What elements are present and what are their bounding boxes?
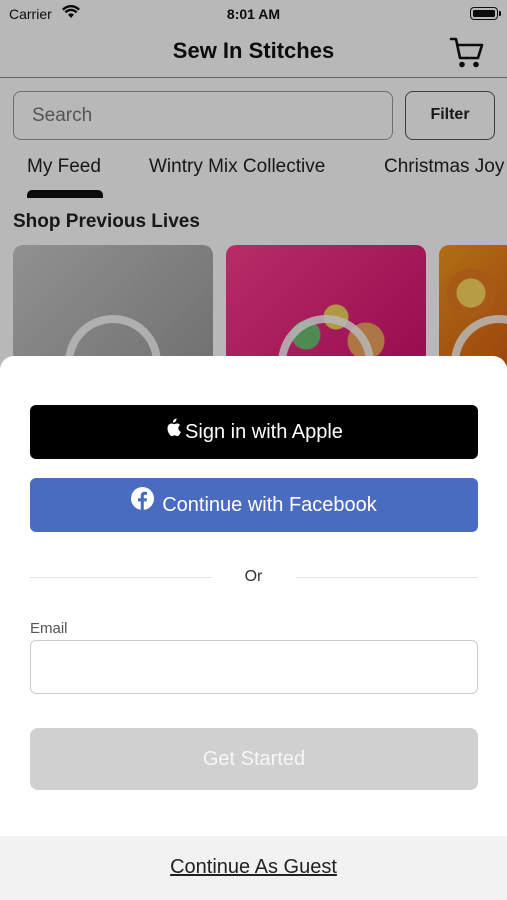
continue-as-guest-link[interactable]: Continue As Guest xyxy=(0,856,507,879)
get-started-button[interactable]: Get Started xyxy=(30,728,478,790)
apple-logo-icon xyxy=(165,404,181,458)
divider-line-right xyxy=(296,577,478,578)
email-label: Email xyxy=(30,620,68,637)
login-sheet: Sign in with Apple Continue with Faceboo… xyxy=(0,356,507,900)
guest-footer: Continue As Guest xyxy=(0,836,507,900)
sign-in-with-apple-button[interactable]: Sign in with Apple xyxy=(30,405,478,459)
facebook-button-label: Continue with Facebook xyxy=(162,494,377,516)
email-field[interactable] xyxy=(30,640,478,694)
apple-button-label: Sign in with Apple xyxy=(185,421,343,443)
facebook-logo-icon xyxy=(131,477,155,531)
continue-with-facebook-button[interactable]: Continue with Facebook xyxy=(30,478,478,532)
